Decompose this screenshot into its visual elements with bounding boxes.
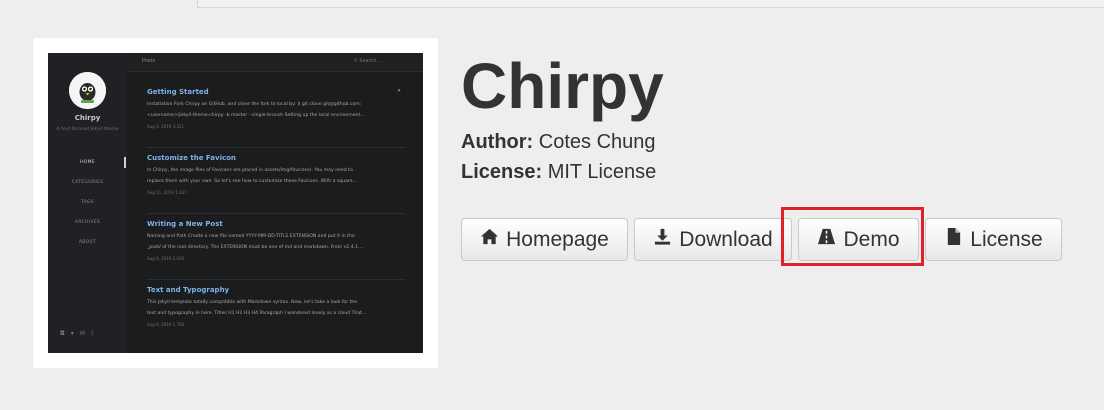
license-button[interactable]: License [925, 218, 1062, 261]
file-icon [944, 227, 970, 252]
preview-breadcrumb: Posts [142, 58, 156, 64]
license-button-label: License [970, 227, 1043, 251]
preview-post-excerpt: <username>/jekyll-theme-chirpy -b master… [147, 113, 365, 118]
top-strip [197, 0, 1104, 8]
home-icon [480, 227, 506, 252]
preview-nav-archives: ARCHIVES [74, 220, 100, 225]
preview-post-meta: Aug 9, 2019 3,321 [147, 124, 185, 129]
preview-social-icons: ◘▾✉⌇ [60, 330, 100, 337]
preview-post-excerpt: text and typography in here. Titles H1 H… [147, 311, 367, 316]
preview-divider [147, 279, 405, 280]
demo-button-label: Demo [843, 227, 900, 251]
preview-divider [147, 147, 405, 148]
preview-post-excerpt: Naming and Path Create a new file named … [147, 234, 355, 239]
preview-post-title: Text and Typography [147, 286, 230, 294]
preview-post-meta: Aug 8, 2019 2,036 [147, 256, 185, 261]
demo-button[interactable]: Demo [798, 218, 919, 261]
preview-nav-home: HOME [80, 160, 95, 165]
preview-site-title: Chirpy [74, 114, 101, 122]
preview-divider [147, 213, 405, 214]
download-button[interactable]: Download [634, 218, 792, 261]
preview-post: Text and Typography This Jekyll template… [147, 286, 403, 327]
preview-post-excerpt: replace them with your own. So let's see… [147, 179, 357, 184]
preview-sidebar: Chirpy A text-focused Jekyll theme HOME … [48, 53, 127, 353]
preview-nav-about: ABOUT [78, 240, 97, 245]
theme-preview-screenshot: Chirpy A text-focused Jekyll theme HOME … [48, 53, 423, 353]
license-name: MIT License [547, 161, 657, 183]
preview-topbar: Posts ⚲ Search... [127, 53, 423, 72]
preview-site-subtitle: A text-focused Jekyll theme [56, 127, 119, 132]
preview-nav-tags: TAGS [81, 200, 94, 205]
homepage-button[interactable]: Homepage [461, 218, 628, 261]
preview-post-title: Customize the Favicon [147, 154, 236, 162]
download-icon [653, 227, 679, 252]
download-button-label: Download [679, 227, 773, 251]
license-label: License: [461, 161, 543, 183]
theme-preview-card[interactable]: Chirpy A text-focused Jekyll theme HOME … [33, 38, 438, 368]
preview-nav-active-indicator [124, 157, 126, 168]
homepage-button-label: Homepage [506, 227, 609, 251]
preview-post-title: Getting Started [147, 88, 209, 96]
author-label: Author: [461, 131, 534, 153]
preview-post-title: Writing a New Post [147, 220, 223, 228]
preview-post: Getting Started Installation Fork Chirpy… [147, 88, 403, 129]
author-name: Cotes Chung [538, 131, 656, 153]
preview-post-excerpt: In Chirpy, the image files of Favicons a… [147, 168, 353, 173]
preview-post: Writing a New Post Naming and Path Creat… [147, 220, 403, 261]
preview-nav-categories: CATEGORIES [71, 180, 104, 185]
preview-post: Customize the Favicon In Chirpy, the ima… [147, 154, 403, 195]
avatar [69, 72, 106, 109]
preview-post-excerpt: _post/ of the root directory. The EXTENS… [147, 245, 364, 250]
preview-post-meta: Aug 11, 2019 1,337 [147, 190, 187, 195]
author-line: Author: Cotes Chung [461, 131, 656, 154]
preview-search: ⚲ Search... [354, 58, 382, 64]
preview-post-excerpt: Installation Fork Chirpy on GitHub, and … [147, 102, 362, 107]
license-line: License: MIT License [461, 161, 656, 184]
theme-title: Chirpy [461, 50, 664, 122]
preview-post-meta: Aug 8, 2019 1,766 [147, 322, 185, 327]
road-icon [817, 227, 843, 252]
preview-post-excerpt: This Jekyll template totally compatible … [147, 300, 358, 305]
